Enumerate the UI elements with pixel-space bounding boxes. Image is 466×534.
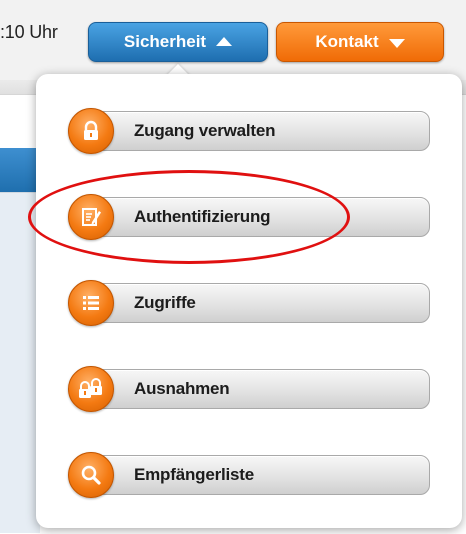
- lock-icon: [68, 108, 114, 154]
- menu-item-label: Authentifizierung: [134, 207, 271, 226]
- security-button-label: Sicherheit: [123, 32, 207, 51]
- security-menu-button[interactable]: Sicherheit: [88, 22, 268, 62]
- contact-button-label: Kontakt: [315, 32, 379, 51]
- time-display: :10 Uhr: [0, 22, 58, 42]
- search-icon: [68, 452, 114, 498]
- menu-item-empfaengerliste[interactable]: Empfängerliste: [68, 452, 430, 498]
- locks-icon: [68, 366, 114, 412]
- menu-item-ausnahmen[interactable]: Ausnahmen: [68, 366, 430, 412]
- menu-item-label: Ausnahmen: [134, 379, 230, 398]
- background-nav-strip: [0, 148, 40, 192]
- menu-item-authentifizierung[interactable]: Authentifizierung: [68, 194, 430, 240]
- chevron-up-icon: [216, 36, 233, 46]
- edit-document-icon: [68, 194, 114, 240]
- menu-item-label: Zugang verwalten: [134, 121, 276, 140]
- chevron-down-icon: [388, 38, 405, 48]
- menu-item-zugang-verwalten[interactable]: Zugang verwalten: [68, 108, 430, 154]
- screen: :10 Uhr Sicherheit Kontakt Zugang verwal…: [0, 0, 466, 534]
- list-icon: [68, 280, 114, 326]
- background-panel: [0, 192, 40, 533]
- contact-menu-button[interactable]: Kontakt: [276, 22, 444, 62]
- menu-item-label: Zugriffe: [134, 293, 196, 312]
- menu-item-label: Empfängerliste: [134, 465, 255, 484]
- menu-item-zugriffe[interactable]: Zugriffe: [68, 280, 430, 326]
